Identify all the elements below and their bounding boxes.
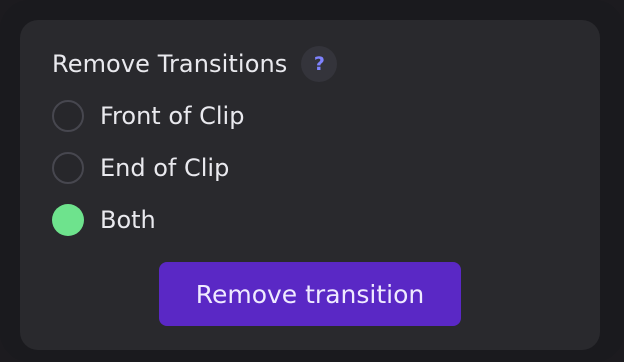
remove-transition-button[interactable]: Remove transition (159, 262, 461, 326)
radio-both[interactable] (52, 204, 84, 236)
panel-title: Remove Transitions (52, 50, 288, 78)
panel-header: Remove Transitions ? (52, 46, 338, 82)
radio-front-of-clip[interactable] (52, 100, 84, 132)
option-front-of-clip[interactable]: Front of Clip (52, 99, 244, 133)
option-label: Front of Clip (100, 102, 245, 130)
option-both[interactable]: Both (52, 203, 156, 237)
option-label: Both (100, 206, 156, 234)
remove-transitions-panel: Remove Transitions ? Front of Clip End o… (20, 20, 600, 350)
option-label: End of Clip (100, 154, 230, 182)
dialog-frame: Remove Transitions ? Front of Clip End o… (0, 0, 624, 362)
option-end-of-clip[interactable]: End of Clip (52, 151, 229, 185)
help-icon[interactable]: ? (301, 46, 338, 82)
radio-end-of-clip[interactable] (52, 152, 84, 184)
